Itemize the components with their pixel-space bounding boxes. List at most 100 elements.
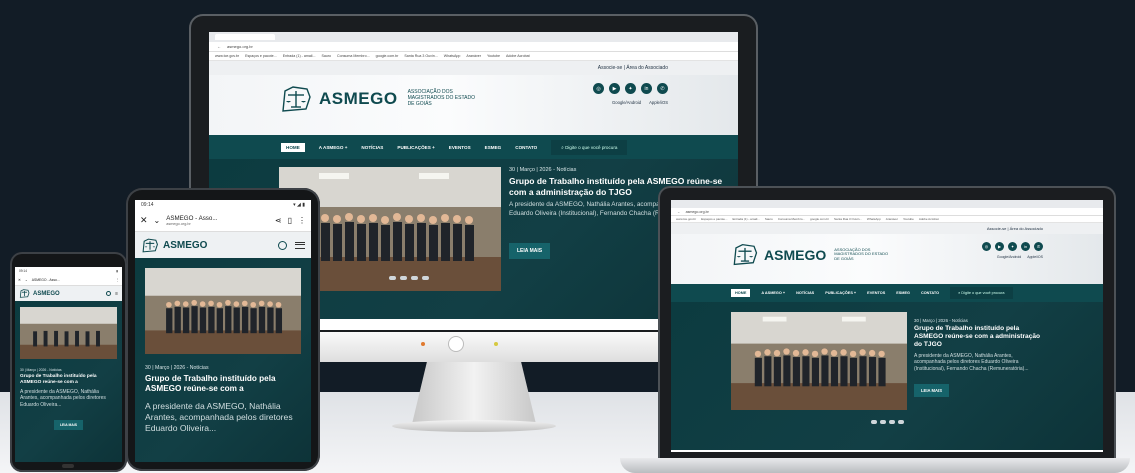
nav-contato[interactable]: CONTATO <box>515 145 537 150</box>
bookmark-item[interactable]: Entrada (1) - amail... <box>283 54 316 58</box>
member-area-link[interactable]: Associe-se | Área do Associado <box>598 65 668 71</box>
nav-eventos[interactable]: EVENTOS <box>867 291 885 295</box>
nav-home[interactable]: HOME <box>731 289 751 297</box>
news-photo[interactable] <box>731 312 907 410</box>
bookmark-item[interactable]: Santa Rua 3 Ouvin... <box>834 217 862 221</box>
instagram-icon[interactable]: ◎ <box>593 83 604 94</box>
browser-tab[interactable] <box>215 34 275 40</box>
bookmark-item[interactable]: google.com.br <box>376 54 399 58</box>
nav-noticias[interactable]: NOTÍCIAS <box>361 145 383 150</box>
bookmark-item[interactable]: Santa Rua 3 Ouvin... <box>404 54 437 58</box>
search-input[interactable]: ⌕ Digite o que você procura <box>950 287 1013 299</box>
user-icon[interactable] <box>278 240 287 250</box>
read-more-button[interactable]: LEIA MAIS <box>914 384 950 397</box>
more-menu-icon[interactable]: ⋮ <box>116 278 119 282</box>
site-top-bar: Associe-se | Área do Associado <box>209 61 738 75</box>
logo-text[interactable]: ASMEGO <box>33 291 60 297</box>
news-photo[interactable] <box>20 307 117 359</box>
back-icon[interactable]: ← <box>217 44 221 49</box>
news-title[interactable]: Grupo de Trabalho instituído pela ASMEGO… <box>145 374 301 395</box>
twitter-icon[interactable]: ✦ <box>625 83 636 94</box>
slider-dot[interactable] <box>880 420 886 424</box>
instagram-icon[interactable]: ◎ <box>982 242 991 251</box>
bookmark-item[interactable]: Youtube <box>487 54 500 58</box>
youtube-icon[interactable]: ▶ <box>995 242 1004 251</box>
member-area-link[interactable]: Associe-se | Área do Associado <box>987 226 1043 231</box>
bookmark-item[interactable]: Consuma Membro... <box>337 54 370 58</box>
slider-dot[interactable] <box>871 420 877 424</box>
bookmark-item[interactable]: WhatsApp <box>867 217 881 221</box>
bookmark-item[interactable]: Aranáver <box>886 217 898 221</box>
nav-esmeg[interactable]: ESMEG <box>896 291 910 295</box>
nav-asmego[interactable]: A ASMEGO + <box>319 145 348 150</box>
youtube-icon[interactable]: ▶ <box>609 83 620 94</box>
android-app-link[interactable]: Google/Android <box>612 100 641 105</box>
slider-dot[interactable] <box>411 276 418 280</box>
twitter-icon[interactable]: ✦ <box>1008 242 1017 251</box>
bookmark-item[interactable]: WhatsApp <box>444 54 461 58</box>
nav-publicacoes[interactable]: PUBLICAÇÕES + <box>397 145 434 150</box>
bookmark-item[interactable]: Sauro <box>765 217 773 221</box>
bookmark-item[interactable]: google.com.br <box>810 217 829 221</box>
bookmark-item[interactable]: Adobe Acrobat <box>919 217 939 221</box>
news-title[interactable]: Grupo de Trabalho instituído pela ASMEGO… <box>914 325 1044 350</box>
close-icon[interactable]: ✕ <box>140 215 148 226</box>
bookmark-item[interactable]: Consuma Membro... <box>778 217 805 221</box>
slider-dot[interactable] <box>889 420 895 424</box>
site-header: ASMEGO ASSOCIAÇÃO DOS MAGISTRADOS DO EST… <box>209 75 738 135</box>
site-logo[interactable]: ASMEGO ASSOCIAÇÃO DOS MAGISTRADOS DO EST… <box>731 243 892 266</box>
tab-title[interactable]: ASMEGO - Asso... <box>32 278 112 282</box>
site-logo[interactable]: ASMEGO ASSOCIAÇÃO DOS MAGISTRADOS DO EST… <box>279 85 478 113</box>
scales-logo-icon[interactable] <box>19 289 30 298</box>
whatsapp-icon[interactable]: ✆ <box>1034 242 1043 251</box>
nav-publicacoes[interactable]: PUBLICAÇÕES + <box>825 291 856 295</box>
url-text[interactable]: asmego.org.br <box>227 44 253 49</box>
bookmark-item[interactable]: www.tce.gov.br <box>215 54 239 58</box>
linkedin-icon[interactable]: in <box>1021 242 1030 251</box>
linkedin-icon[interactable]: in <box>641 83 652 94</box>
bookmark-item[interactable]: Espaços e pacote... <box>701 217 727 221</box>
bookmark-icon[interactable]: ▯ <box>288 216 292 225</box>
bookmark-item[interactable]: Espaços e pacote... <box>245 54 277 58</box>
nav-home[interactable]: HOME <box>281 142 305 152</box>
bookmark-item[interactable]: Entrada (1) - amail... <box>732 217 759 221</box>
search-input[interactable]: ⌕ Digite o que você procura <box>551 139 628 155</box>
url-text[interactable]: asmego.org.br <box>686 210 709 214</box>
close-icon[interactable]: ✕ <box>18 278 21 282</box>
bookmark-item[interactable]: www.tce.gov.br <box>676 217 696 221</box>
chevron-down-icon[interactable]: ⌄ <box>154 216 161 225</box>
nav-contato[interactable]: CONTATO <box>921 291 939 295</box>
hamburger-menu-icon[interactable]: ≡ <box>115 291 118 297</box>
chevron-down-icon[interactable]: ⌄ <box>25 278 28 282</box>
more-menu-icon[interactable]: ⋮ <box>298 216 306 225</box>
bookmark-item[interactable]: Adobe Acrobat <box>506 54 530 58</box>
user-icon[interactable] <box>106 290 112 296</box>
slider-dot[interactable] <box>389 276 396 280</box>
slider-dot[interactable] <box>422 276 429 280</box>
share-icon[interactable]: ⋖ <box>275 216 282 225</box>
news-photo[interactable] <box>145 268 301 354</box>
android-app-link[interactable]: Google/Android <box>997 255 1021 259</box>
nav-asmego[interactable]: A ASMEGO + <box>761 291 785 295</box>
bookmark-item[interactable]: Aranáver <box>466 54 481 58</box>
slider-dot[interactable] <box>400 276 407 280</box>
bookmark-item[interactable]: Youtube <box>903 217 914 221</box>
ios-app-link[interactable]: Apple/iOS <box>649 100 668 105</box>
bookmark-item[interactable]: Sauro <box>321 54 331 58</box>
browser-url-bar[interactable]: ← asmego.org.br <box>209 42 738 52</box>
read-more-button[interactable]: LEIA MAIS <box>509 243 551 259</box>
ios-app-link[interactable]: Apple/iOS <box>1027 255 1043 259</box>
back-icon[interactable]: ← <box>677 210 681 214</box>
nav-noticias[interactable]: NOTÍCIAS <box>796 291 814 295</box>
scales-logo-icon[interactable] <box>141 238 159 253</box>
logo-text[interactable]: ASMEGO <box>163 240 207 251</box>
news-title[interactable]: Grupo de Trabalho instituído pela ASMEGO… <box>20 374 117 386</box>
hamburger-menu-icon[interactable] <box>295 241 305 249</box>
browser-title-block[interactable]: ASMEGO - Asso... asmego.org.br <box>166 215 269 227</box>
slider-dot[interactable] <box>898 420 904 424</box>
whatsapp-icon[interactable]: ✆ <box>657 83 668 94</box>
nav-eventos[interactable]: EVENTOS <box>449 145 471 150</box>
read-more-button[interactable]: LEIA MAIS <box>53 420 84 430</box>
browser-url-bar[interactable]: ← asmego.org.br <box>671 208 1103 216</box>
nav-esmeg[interactable]: ESMEG <box>485 145 502 150</box>
